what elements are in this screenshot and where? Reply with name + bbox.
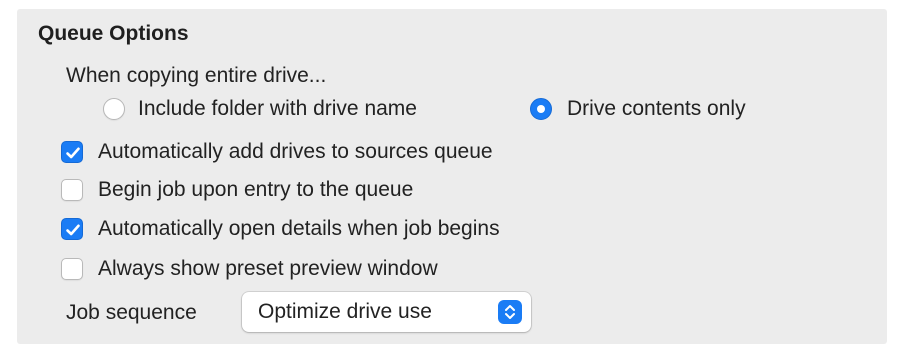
- auto-open-details-checkbox[interactable]: [61, 218, 83, 240]
- copy-drive-label: When copying entire drive...: [66, 64, 327, 87]
- checkmark-icon: [66, 147, 80, 159]
- section-title: Queue Options: [38, 22, 189, 45]
- begin-job-label[interactable]: Begin job upon entry to the queue: [98, 176, 413, 204]
- show-preset-preview-label[interactable]: Always show preset preview window: [98, 255, 438, 283]
- job-sequence-label: Job sequence: [66, 301, 197, 324]
- drive-contents-only-label[interactable]: Drive contents only: [567, 95, 746, 123]
- auto-open-details-label[interactable]: Automatically open details when job begi…: [98, 215, 500, 243]
- show-preset-preview-checkbox[interactable]: [61, 258, 83, 280]
- job-sequence-select[interactable]: Optimize drive use: [242, 292, 531, 332]
- include-folder-radio[interactable]: [103, 98, 125, 120]
- begin-job-checkbox[interactable]: [61, 179, 83, 201]
- auto-add-drives-checkbox[interactable]: [61, 141, 83, 163]
- auto-add-drives-label[interactable]: Automatically add drives to sources queu…: [98, 138, 493, 166]
- job-sequence-value: Optimize drive use: [258, 300, 432, 323]
- checkmark-icon: [66, 224, 80, 236]
- drive-contents-only-radio[interactable]: [530, 98, 552, 120]
- chevron-up-down-icon: [498, 300, 522, 324]
- include-folder-label[interactable]: Include folder with drive name: [138, 95, 417, 123]
